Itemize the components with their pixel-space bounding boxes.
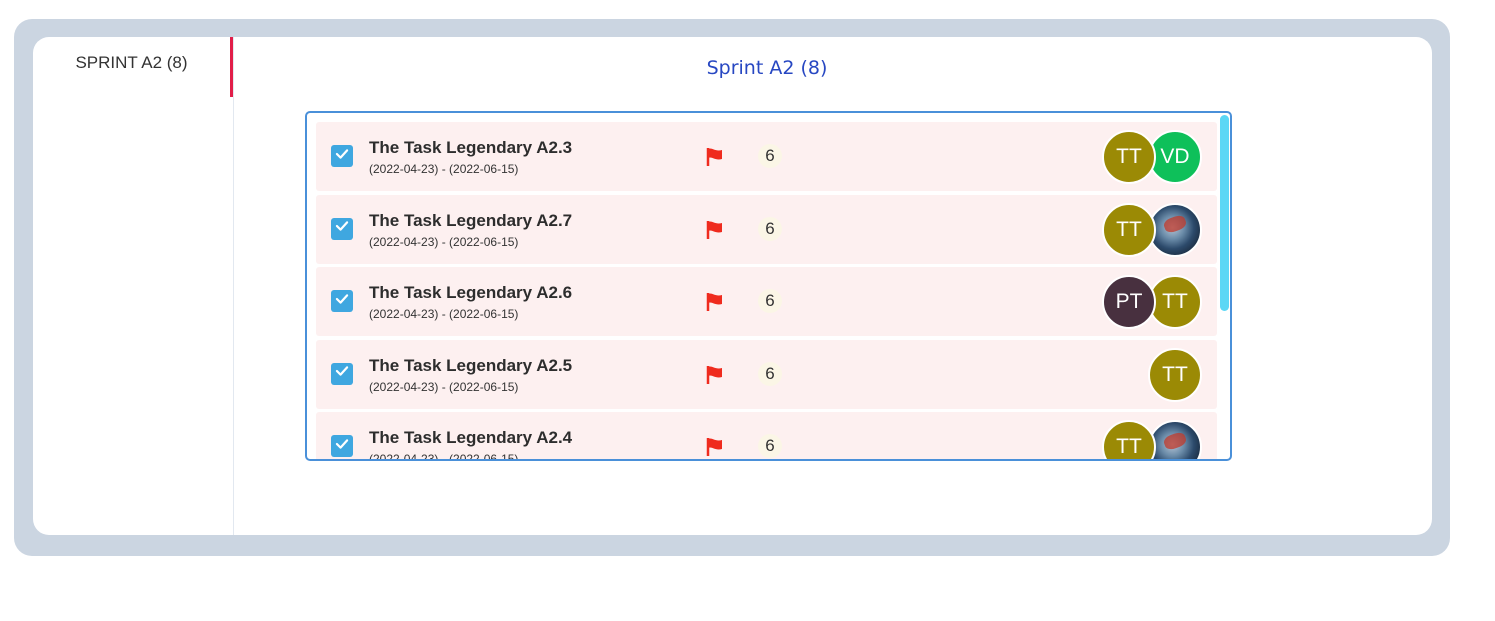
task-row[interactable]: The Task Legendary A2.4 (2022-04-23) - (…: [316, 412, 1217, 461]
sidebar-tab-sprint-a2[interactable]: SPRINT A2 (8): [33, 37, 233, 97]
avatar-initials: TT: [1116, 217, 1142, 241]
flag-icon[interactable]: [705, 437, 725, 457]
check-icon: [334, 436, 350, 457]
task-dates: (2022-04-23) - (2022-06-15): [369, 307, 519, 321]
task-row[interactable]: The Task Legendary A2.6 (2022-04-23) - (…: [316, 267, 1217, 336]
assignee-avatar-photo[interactable]: [1148, 202, 1202, 257]
avatar-initials: TT: [1162, 362, 1188, 386]
assignee-avatars: TT PT: [1102, 275, 1202, 329]
assignee-avatar[interactable]: TT: [1102, 420, 1156, 459]
outer-frame: SPRINT A2 (8) Sprint A2 (8) The Task Leg…: [14, 19, 1450, 556]
task-row[interactable]: The Task Legendary A2.7 (2022-04-23) - (…: [316, 194, 1217, 264]
task-title[interactable]: The Task Legendary A2.5: [369, 356, 572, 376]
task-title[interactable]: The Task Legendary A2.4: [369, 428, 572, 448]
flag-icon[interactable]: [705, 220, 725, 240]
task-row[interactable]: The Task Legendary A2.5 (2022-04-23) - (…: [316, 339, 1217, 409]
avatar-initials: TT: [1162, 290, 1188, 313]
flag-icon[interactable]: [705, 365, 725, 385]
task-checkbox[interactable]: [331, 362, 353, 385]
task-checkbox[interactable]: [331, 290, 353, 312]
sprint-sidebar: SPRINT A2 (8): [33, 37, 234, 535]
check-icon: [334, 146, 350, 167]
task-count-badge: 6: [758, 216, 782, 241]
task-dates: (2022-04-23) - (2022-06-15): [369, 234, 519, 249]
avatar-initials: TT: [1116, 145, 1142, 168]
flag-icon[interactable]: [705, 147, 725, 167]
task-title[interactable]: The Task Legendary A2.6: [369, 283, 572, 303]
check-icon: [334, 218, 350, 239]
flag-icon[interactable]: [705, 292, 725, 312]
assignee-avatar[interactable]: TT: [1148, 347, 1202, 402]
assignee-avatar[interactable]: TT: [1148, 275, 1202, 329]
task-list: The Task Legendary A2.3 (2022-04-23) - (…: [316, 122, 1217, 461]
assignee-avatar[interactable]: PT: [1102, 275, 1156, 329]
check-icon: [334, 363, 350, 384]
page-title: Sprint A2 (8): [706, 57, 828, 79]
assignee-avatars: TT: [1148, 347, 1202, 402]
assignee-avatar[interactable]: TT: [1102, 202, 1156, 257]
task-title[interactable]: The Task Legendary A2.7: [369, 211, 572, 231]
scrollbar-thumb[interactable]: [1220, 115, 1229, 311]
check-icon: [334, 291, 350, 312]
avatar-initials: TT: [1116, 435, 1142, 458]
task-count-badge: 6: [758, 434, 782, 458]
task-row[interactable]: The Task Legendary A2.3 (2022-04-23) - (…: [316, 122, 1217, 191]
sidebar-tab-label: SPRINT A2 (8): [75, 53, 188, 72]
assignee-avatar-photo[interactable]: [1148, 420, 1202, 459]
task-dates: (2022-04-23) - (2022-06-15): [369, 379, 519, 394]
task-dates: (2022-04-23) - (2022-06-15): [369, 162, 519, 176]
sprint-card: SPRINT A2 (8) Sprint A2 (8) The Task Leg…: [33, 37, 1432, 535]
assignee-avatar[interactable]: TT: [1102, 130, 1156, 184]
task-title[interactable]: The Task Legendary A2.3: [369, 138, 572, 158]
task-list-panel: The Task Legendary A2.3 (2022-04-23) - (…: [305, 111, 1232, 461]
assignee-avatar[interactable]: VD: [1148, 130, 1202, 184]
task-dates: (2022-04-23) - (2022-06-15): [369, 452, 519, 461]
task-count-badge: 6: [758, 289, 782, 313]
assignee-avatars: VD TT: [1102, 130, 1202, 184]
task-checkbox[interactable]: [331, 435, 353, 457]
task-count-badge: 6: [758, 361, 782, 386]
task-checkbox[interactable]: [331, 217, 353, 240]
task-checkbox[interactable]: [331, 145, 353, 167]
avatar-initials: VD: [1160, 145, 1190, 168]
avatar-initials: PT: [1115, 290, 1143, 313]
assignee-avatars: TT: [1102, 202, 1202, 257]
assignee-avatars: TT: [1102, 420, 1202, 459]
task-count-badge: 6: [758, 144, 782, 168]
